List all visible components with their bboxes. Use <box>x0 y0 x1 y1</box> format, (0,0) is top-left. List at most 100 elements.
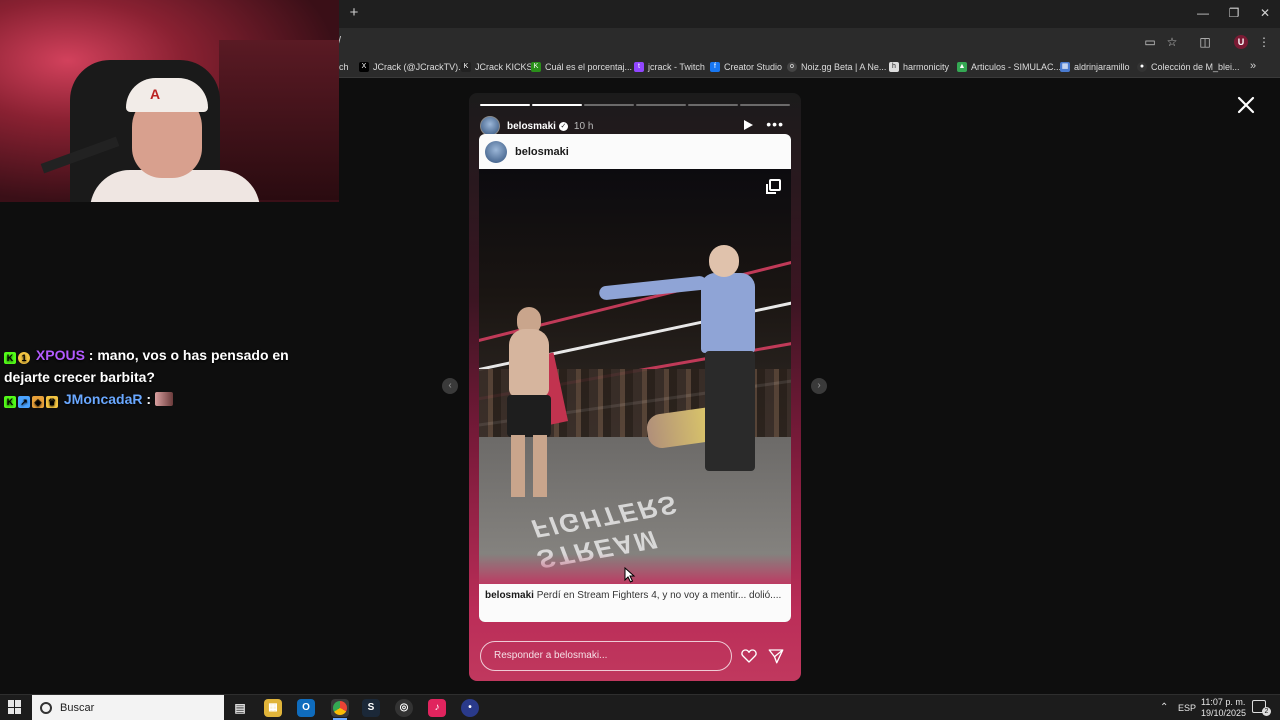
profile-avatar[interactable]: U <box>1234 35 1248 49</box>
extensions-icon[interactable]: ◫ <box>1197 34 1213 50</box>
browser-menu-icon[interactable]: ⋮ <box>1256 34 1272 50</box>
bookmark-label: Creator Studio <box>724 62 783 72</box>
referee-pants <box>705 351 755 471</box>
chrome-icon[interactable] <box>331 699 349 717</box>
language-indicator[interactable]: ESP <box>1178 703 1196 713</box>
task-view-icon[interactable]: ▤ <box>231 699 249 717</box>
emote-icon <box>154 392 173 406</box>
heart-icon[interactable] <box>740 647 758 665</box>
post-header: belosmaki <box>479 134 791 169</box>
bookmark-label: aldrinjaramillo <box>1074 62 1130 72</box>
bookmark-item[interactable]: o Noiz.gg Beta | A Ne... <box>787 60 886 74</box>
post-username: belosmaki <box>515 145 569 158</box>
progress-segment <box>636 104 686 106</box>
bookmark-label: harmonicity <box>903 62 950 72</box>
file-explorer-icon[interactable]: ▦ <box>264 699 282 717</box>
doc-icon: ▦ <box>1060 62 1070 72</box>
x-icon: X <box>359 62 369 72</box>
chat-overlay: K1 XPOUS : mano, vos o has pensado en de… <box>4 344 304 410</box>
shared-post-card[interactable]: belosmaki STREAM FIGHTERS belosmaki Perd… <box>479 134 791 622</box>
boxer-legs <box>511 435 547 497</box>
facebook-icon: f <box>710 62 720 72</box>
bookmark-item[interactable]: K JCrack KICKS <box>461 60 533 74</box>
tray-chevron-icon[interactable]: ⌃ <box>1160 702 1168 713</box>
verified-icon: ✓ <box>558 121 568 131</box>
story-avatar[interactable] <box>480 116 500 136</box>
previous-story-button[interactable]: ‹ <box>442 378 458 394</box>
chat-separator: : <box>88 347 94 363</box>
minimize-button[interactable]: — <box>1193 4 1213 22</box>
bookmark-label: Articulos - SIMULAC... <box>971 62 1062 72</box>
new-tab-button[interactable]: + <box>346 5 362 21</box>
cap-logo: A <box>150 86 161 102</box>
post-photo[interactable]: STREAM FIGHTERS <box>479 169 791 584</box>
notification-count: 2 <box>1262 707 1271 716</box>
close-window-button[interactable]: ✕ <box>1255 4 1275 22</box>
obs-icon[interactable]: ◎ <box>395 699 413 717</box>
post-caption: belosmaki Perdí en Stream Fighters 4, y … <box>479 584 791 622</box>
clock-date[interactable]: 19/10/2025 <box>1201 708 1246 718</box>
steam-icon[interactable]: S <box>362 699 380 717</box>
sword-badge-icon: ↗ <box>18 396 30 408</box>
bookmark-label: Noiz.gg Beta | A Ne... <box>801 62 887 72</box>
chat-separator: : <box>146 391 152 407</box>
bookmark-item[interactable]: ▦ aldrinjaramillo <box>1060 60 1130 74</box>
bookmark-item[interactable]: h harmonicity <box>889 60 949 74</box>
bookmark-item[interactable]: X JCrack (@JCrackTV)... <box>359 60 466 74</box>
bookmark-item[interactable]: t jcrack - Twitch <box>634 60 705 74</box>
clock-time[interactable]: 11:07 p. m. <box>1201 697 1245 707</box>
story-time: 10 h <box>573 120 594 132</box>
next-story-button[interactable]: › <box>811 378 827 394</box>
chat-message: K ↗ ◈ ♛ JMoncadaR : <box>4 388 304 410</box>
webcam-overlay: A <box>0 0 339 202</box>
sub-badge-icon: 1 <box>18 352 30 364</box>
referee <box>598 243 789 473</box>
caption-text: Perdí en Stream Fighters 4, y no voy a m… <box>536 590 782 601</box>
outlook-icon[interactable]: O <box>297 699 315 717</box>
boxer-torso <box>509 329 549 397</box>
bookmark-label: Colección de M_blei... <box>1151 62 1240 72</box>
crown-badge-icon: ♛ <box>46 396 58 408</box>
story-viewer[interactable]: belosmaki ✓ 10 h ••• belosmaki STREAM FI… <box>469 93 801 681</box>
windows-start-icon[interactable] <box>8 700 22 714</box>
chat-username: XPOUS <box>35 347 85 363</box>
drive-icon: ▲ <box>957 62 967 72</box>
progress-segment <box>584 104 634 106</box>
referee-head <box>709 245 739 277</box>
app-icon[interactable]: • <box>461 699 479 717</box>
referee-arm <box>598 275 708 301</box>
progress-segment <box>532 104 582 106</box>
screen: + — ❐ ✕ / ▭ ☆ ◫ ⋮ U ch X JCrack (@JCrackT… <box>0 0 1280 720</box>
restore-button[interactable]: ❐ <box>1224 4 1244 22</box>
streamer-cap <box>126 78 208 112</box>
play-icon[interactable] <box>742 119 754 131</box>
progress-segment <box>740 104 790 106</box>
twitch-icon: t <box>634 62 644 72</box>
close-icon[interactable] <box>1234 93 1258 117</box>
cast-icon[interactable]: ▭ <box>1142 34 1158 50</box>
taskbar-search[interactable]: Buscar <box>32 695 224 720</box>
mouse-cursor-icon <box>624 567 636 583</box>
noiz-icon: o <box>787 62 797 72</box>
reply-input[interactable]: Responder a belosmaki... <box>480 641 732 671</box>
caption-username: belosmaki <box>485 590 534 601</box>
bookmark-item[interactable]: ch <box>339 60 349 74</box>
kick-green-icon: K <box>531 62 541 72</box>
tiktok-icon[interactable]: ♪ <box>428 699 446 717</box>
more-options-icon[interactable]: ••• <box>766 117 784 131</box>
bookmark-item[interactable]: K Cuál es el porcentaj... <box>531 60 632 74</box>
story-username[interactable]: belosmaki <box>507 121 556 132</box>
chat-username: JMoncadaR <box>63 391 143 407</box>
bookmark-item[interactable]: ▲ Articulos - SIMULAC... <box>957 60 1061 74</box>
bookmarks-overflow-icon[interactable]: » <box>1250 60 1256 72</box>
search-icon <box>40 702 52 714</box>
search-label: Buscar <box>60 702 95 714</box>
kick-icon: K <box>461 62 471 72</box>
send-icon[interactable] <box>767 647 785 665</box>
bookmark-label: Cuál es el porcentaj... <box>545 62 633 72</box>
standing-boxer <box>501 307 557 497</box>
bookmark-star-icon[interactable]: ☆ <box>1164 34 1180 50</box>
bookmark-item[interactable]: f Creator Studio <box>710 60 782 74</box>
collection-icon: ● <box>1137 62 1147 72</box>
bookmark-item[interactable]: ● Colección de M_blei... <box>1137 60 1240 74</box>
